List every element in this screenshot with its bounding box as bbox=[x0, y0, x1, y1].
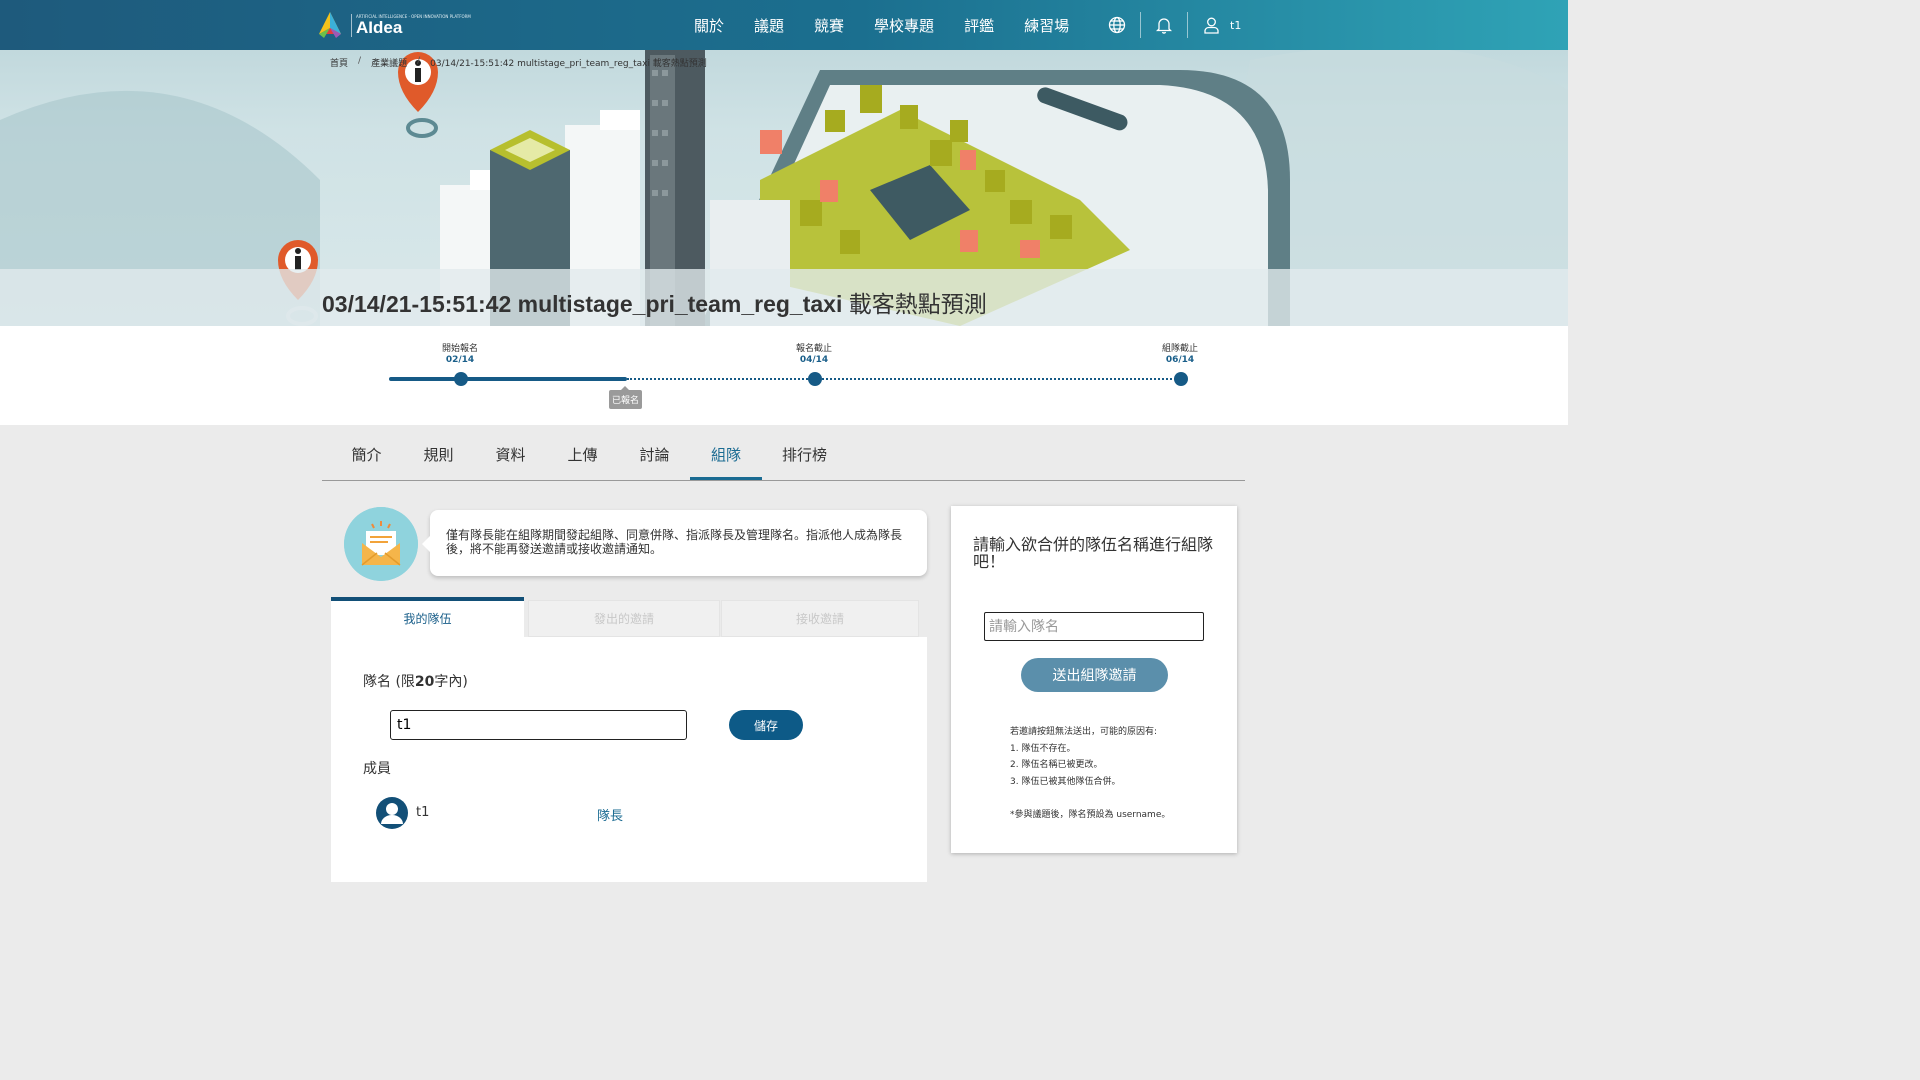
save-button[interactable]: 儲存 bbox=[729, 710, 803, 740]
tab-team[interactable]: 組隊 bbox=[690, 430, 762, 480]
merge-notes: 若邀請按鈕無法送出，可能的原因有: 1. 隊伍不存在。 2. 隊伍名稱已被更改。… bbox=[1010, 724, 1170, 823]
tab-leaderboard[interactable]: 排行榜 bbox=[777, 430, 832, 480]
page-title-zh: 載客熱點預測 bbox=[848, 292, 987, 318]
page-title-en: 03/14/21-15:51:42 multistage_pri_team_re… bbox=[322, 291, 849, 317]
top-navbar: ARTIFICIAL INTELLIGENCE · OPEN INNOVATIO… bbox=[0, 0, 1568, 50]
hero-banner: ARTIFICIAL INTELLIGENCE · OPEN INNOVATIO… bbox=[0, 0, 1568, 326]
timeline-label-start: 開始報名 bbox=[441, 344, 478, 354]
members-label: 成員 bbox=[363, 761, 391, 777]
tab-my-team[interactable]: 我的隊伍 bbox=[331, 597, 524, 637]
merge-heading: 請輸入欲合併的隊伍名稱進行組隊吧！ bbox=[973, 535, 1214, 571]
merge-note: 3. 隊伍已被其他隊伍合併。 bbox=[1010, 776, 1121, 787]
timeline: 開始報名 02/14 報名截止 04/14 組隊截止 06/14 已報名 bbox=[0, 326, 1568, 425]
timeline-remaining-track bbox=[627, 378, 1183, 380]
merge-note: 1. 隊伍不存在。 bbox=[1010, 743, 1076, 754]
tab-sent-invites[interactable]: 發出的邀請 bbox=[528, 600, 720, 637]
merge-note-spacer bbox=[1010, 790, 1170, 807]
breadcrumb-separator: / bbox=[358, 56, 362, 66]
breadcrumb-current: 03/14/21-15:51:42 multistage_pri_team_re… bbox=[430, 59, 707, 69]
nav-about[interactable]: 關於 bbox=[694, 15, 724, 36]
nav-competitions[interactable]: 競賽 bbox=[814, 15, 844, 36]
bell-icon[interactable] bbox=[1153, 14, 1175, 36]
timeline-date-reg-close: 04/14 bbox=[799, 355, 829, 365]
merge-note: *參與議題後，隊名預設為 username。 bbox=[1010, 809, 1171, 820]
logo-mark-icon bbox=[315, 10, 345, 40]
team-sub-tabs: 我的隊伍 發出的邀請 接收邀請 bbox=[331, 597, 919, 637]
tab-rules[interactable]: 規則 bbox=[412, 430, 465, 480]
nav-divider bbox=[1187, 12, 1188, 38]
page-title: 03/14/21-15:51:42 multistage_pri_team_re… bbox=[322, 285, 987, 319]
tab-upload[interactable]: 上傳 bbox=[556, 430, 609, 480]
tab-discussion[interactable]: 討論 bbox=[628, 430, 681, 480]
my-team-panel: 隊名 (限20字內) 儲存 成員 t1 隊長 bbox=[331, 637, 927, 882]
merge-team-input[interactable] bbox=[984, 612, 1204, 641]
timeline-label-team-close: 組隊截止 bbox=[1161, 344, 1198, 354]
globe-icon[interactable] bbox=[1106, 14, 1128, 36]
topic-tabs: 簡介 規則 資料 上傳 討論 組隊 排行榜 bbox=[322, 430, 1245, 481]
breadcrumb: 首頁 / 產業議題 / 03/14/21-15:51:42 multistage… bbox=[330, 56, 707, 69]
nav-practice[interactable]: 練習場 bbox=[1024, 15, 1069, 36]
nav-links: 關於 議題 競賽 學校專題 評鑑 練習場 bbox=[694, 0, 1099, 50]
tab-intro[interactable]: 簡介 bbox=[340, 430, 393, 480]
timeline-progress-bar bbox=[389, 377, 627, 381]
nav-evaluation[interactable]: 評鑑 bbox=[964, 15, 994, 36]
tab-received-invites[interactable]: 接收邀請 bbox=[721, 600, 919, 637]
timeline-dot-start bbox=[454, 372, 468, 386]
user-name[interactable]: t1 bbox=[1230, 19, 1241, 32]
timeline-date-team-close: 06/14 bbox=[1165, 355, 1195, 365]
timeline-date-start: 02/14 bbox=[445, 355, 475, 365]
envelope-icon bbox=[344, 507, 418, 581]
timeline-label-reg-close: 報名截止 bbox=[795, 344, 832, 354]
team-name-input[interactable] bbox=[390, 710, 687, 740]
team-notice: 僅有隊長能在組隊期間發起組隊、同意併隊、指派隊長及管理隊名。指派他人成為隊長後，… bbox=[422, 510, 927, 576]
member-role: 隊長 bbox=[597, 809, 624, 824]
breadcrumb-industry-topics[interactable]: 產業議題 bbox=[371, 56, 407, 69]
timeline-dot-team-close bbox=[1174, 372, 1188, 386]
nav-topics[interactable]: 議題 bbox=[754, 15, 784, 36]
breadcrumb-separator: / bbox=[417, 56, 421, 66]
merge-note: 2. 隊伍名稱已被更改。 bbox=[1010, 760, 1103, 770]
nav-divider bbox=[1140, 12, 1141, 38]
avatar-icon bbox=[376, 797, 408, 829]
user-icon[interactable] bbox=[1200, 14, 1222, 36]
logo-name: AIdea bbox=[356, 17, 403, 37]
merge-team-card: 請輸入欲合併的隊伍名稱進行組隊吧！ 送出組隊邀請 若邀請按鈕無法送出，可能的原因… bbox=[951, 506, 1237, 853]
merge-note: 若邀請按鈕無法送出，可能的原因有: bbox=[1010, 727, 1158, 737]
breadcrumb-home[interactable]: 首頁 bbox=[330, 56, 348, 69]
nav-school-projects[interactable]: 學校專題 bbox=[874, 15, 934, 36]
aidea-logo[interactable]: ARTIFICIAL INTELLIGENCE · OPEN INNOVATIO… bbox=[315, 8, 471, 42]
member-name: t1 bbox=[416, 805, 430, 820]
registered-badge: 已報名 bbox=[609, 386, 643, 409]
team-name-label: 隊名 (限20字內) bbox=[363, 674, 468, 690]
tab-data[interactable]: 資料 bbox=[484, 430, 537, 480]
timeline-dot-reg-close bbox=[808, 372, 822, 386]
send-invite-button[interactable]: 送出組隊邀請 bbox=[1021, 658, 1168, 692]
